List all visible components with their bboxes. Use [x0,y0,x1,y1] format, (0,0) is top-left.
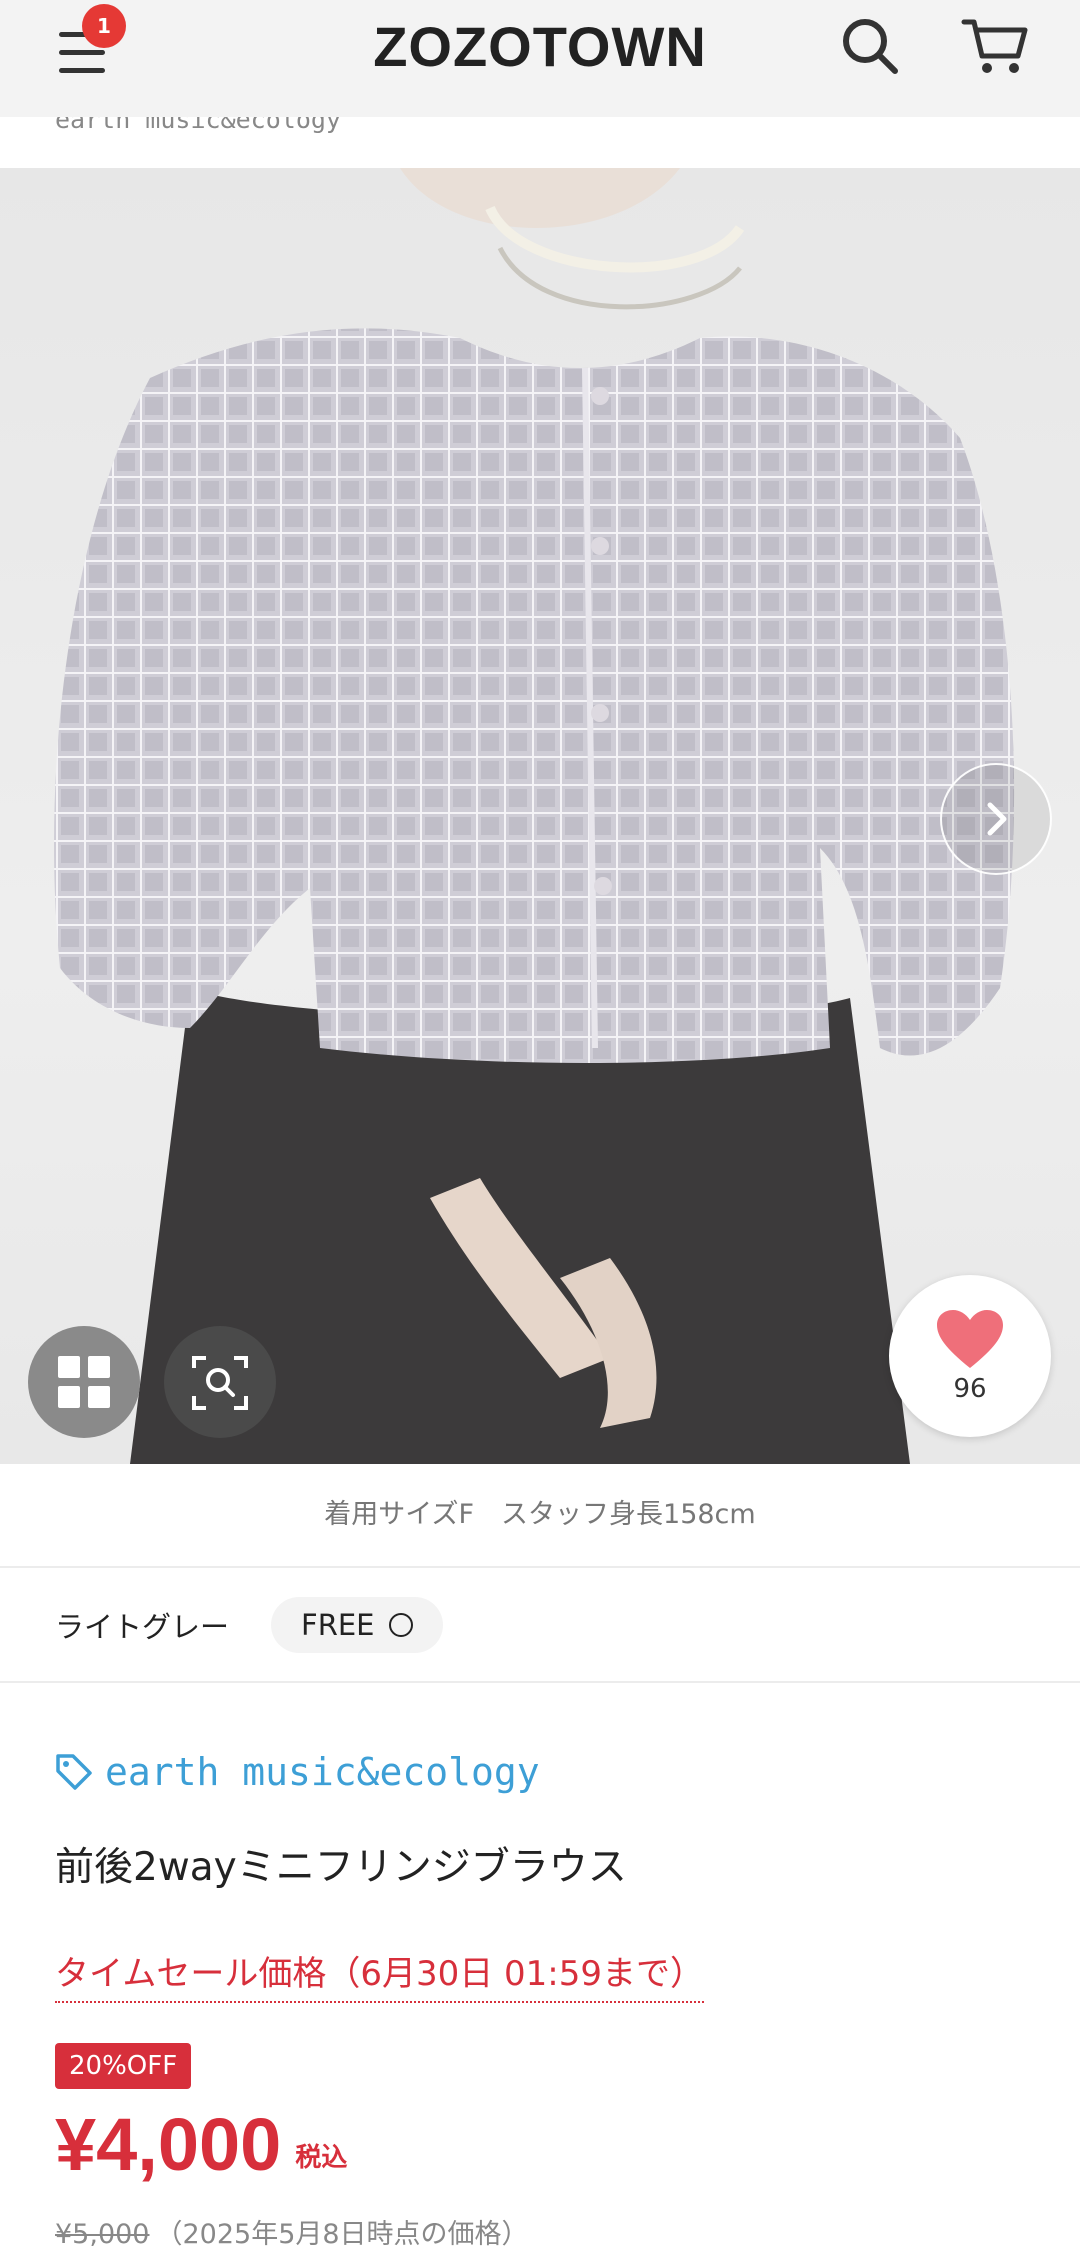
favorite-button[interactable]: 96 [889,1275,1051,1437]
divider [0,1681,1080,1683]
site-logo[interactable]: ZOZOTOWN [0,14,1080,79]
chevron-right-icon [987,802,1007,836]
search-icon [843,19,898,74]
grid-view-button[interactable] [28,1326,140,1438]
product-image[interactable]: 96 [0,168,1080,1464]
product-photo [54,168,1015,1464]
original-price-row: ¥5,000 （2025年5月8日時点の価格） [55,2212,529,2251]
sale-price: ¥4,000 [55,2103,282,2186]
size-label: FREE [301,1608,375,1642]
tax-label: 税込 [295,2143,348,2173]
size-option-free[interactable]: FREE [271,1597,443,1653]
image-caption: 着用サイズF スタッフ身長158cm [324,1499,756,1530]
image-search-icon [192,1356,248,1410]
original-price-note: （2025年5月8日時点の価格） [155,2219,529,2250]
variant-row: ライトグレー FREE [55,1590,443,1660]
brand-name: earth music&ecology [105,1750,540,1794]
app-header: 1 ZOZOTOWN [0,0,1080,117]
discount-badge: 20%OFF [55,2043,192,2089]
image-search-button[interactable] [164,1326,276,1438]
divider [0,1566,1080,1568]
cart-button[interactable] [960,14,1032,78]
color-name: ライトグレー [55,1610,230,1644]
time-sale-label[interactable]: タイムセール価格（6月30日 01:59まで） [55,1946,705,2003]
next-image-button[interactable] [940,763,1052,875]
original-price: ¥5,000 [55,2219,150,2250]
product-title: 前後2wayミニフリンジブラウス [55,1845,627,1890]
price-row: ¥4,000 税込 [55,2108,347,2182]
search-button[interactable] [838,14,902,78]
cart-icon [961,19,1028,73]
grid-view-icon [58,1356,110,1408]
brand-link[interactable]: earth music&ecology [55,1750,540,1794]
tag-icon [56,1754,92,1790]
in-stock-icon [388,1613,413,1637]
heart-icon [937,1310,1003,1368]
favorite-count: 96 [953,1374,987,1404]
